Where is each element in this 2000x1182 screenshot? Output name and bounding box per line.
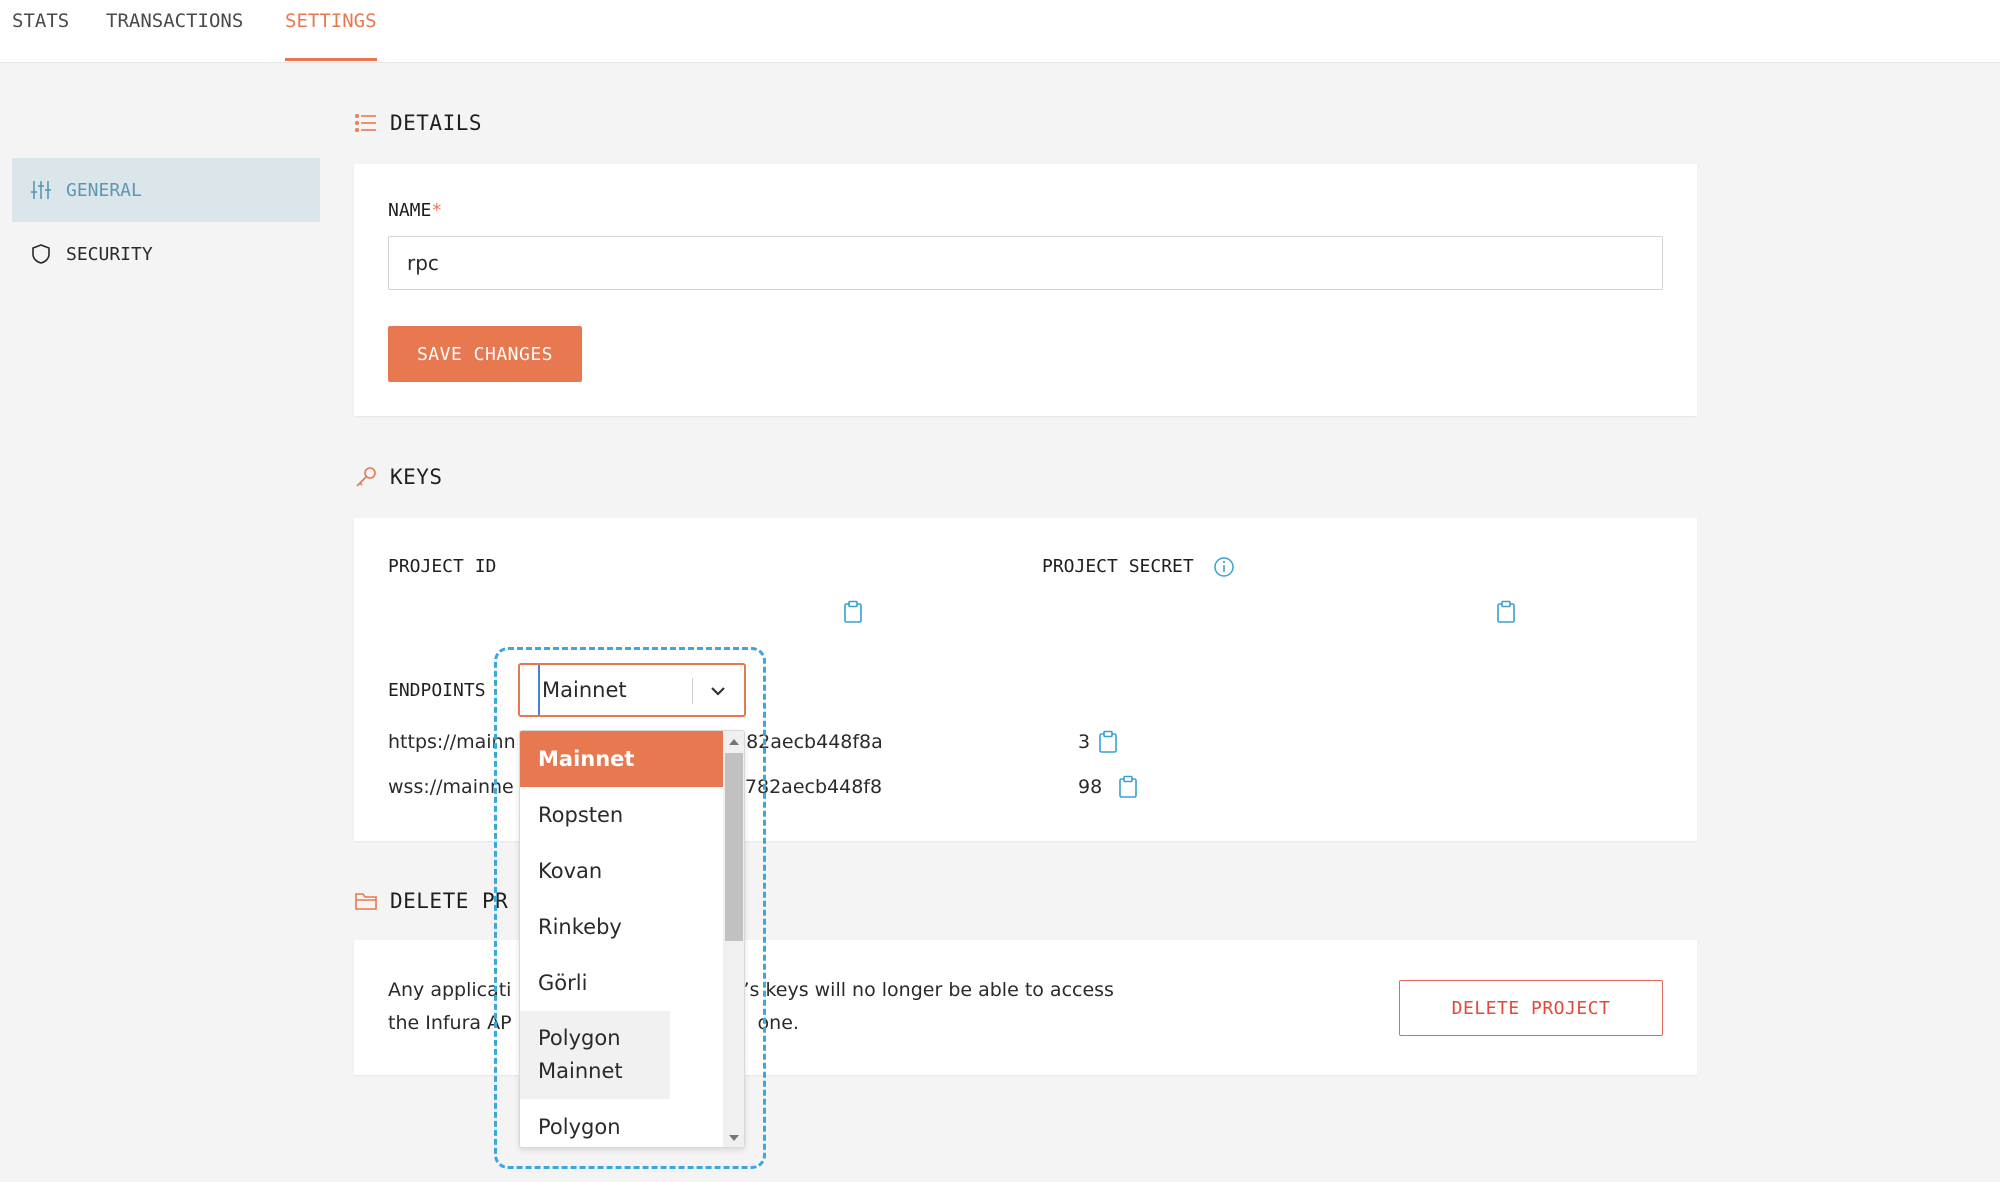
delete-warning-text: Any applicati ’s keys will no longer be a… xyxy=(388,974,1208,1040)
endpoint-wss-end: 98 xyxy=(1078,776,1103,798)
delete-section-title: DELETE PR xyxy=(354,888,508,914)
required-mark: * xyxy=(431,200,443,221)
delete-warning-line-2: the Infura AP one. xyxy=(388,1007,1208,1040)
chevron-down-icon[interactable] xyxy=(706,679,730,703)
endpoint-wss-mid: la782aecb448f8 xyxy=(728,776,883,798)
select-separator xyxy=(692,678,693,704)
endpoints-label: ENDPOINTS xyxy=(388,680,486,701)
network-select-value: Mainnet xyxy=(538,665,627,715)
delete-warning-line-1: Any applicati ’s keys will no longer be a… xyxy=(388,974,1208,1007)
network-dropdown[interactable]: Mainnet Ropsten Kovan Rinkeby Görli Poly… xyxy=(519,730,745,1148)
endpoint-https-prefix: https://mainn xyxy=(388,731,516,753)
dropdown-scrollbar[interactable] xyxy=(723,731,744,1147)
section-title-text: KEYS xyxy=(390,465,443,489)
delete-project-button[interactable]: DELETE PROJECT xyxy=(1399,980,1663,1036)
sidebar-item-label: SECURITY xyxy=(66,243,153,265)
keys-section-title: KEYS xyxy=(354,464,443,490)
option-polygon-mainnet[interactable]: Polygon Mainnet xyxy=(520,1011,670,1099)
key-icon xyxy=(354,464,380,490)
project-secret-label: PROJECT SECRET xyxy=(1042,556,1235,578)
top-tab-bar: STATS TRANSACTIONS SETTINGS xyxy=(0,0,2000,63)
option-polygon[interactable]: Polygon xyxy=(520,1099,723,1147)
option-gorli[interactable]: Görli xyxy=(520,955,723,1011)
shield-icon xyxy=(30,241,56,267)
project-id-label: PROJECT ID xyxy=(388,556,497,577)
delete-warning-fragment: the Infura AP xyxy=(388,1012,512,1034)
endpoint-https-end: 3 xyxy=(1078,731,1091,753)
endpoint-wss-prefix: wss://mainne xyxy=(388,776,514,798)
copy-https-endpoint-icon[interactable] xyxy=(1098,730,1118,754)
section-title-text: DELETE PR xyxy=(390,889,509,913)
copy-project-secret-icon[interactable] xyxy=(1496,600,1516,624)
copy-wss-endpoint-icon[interactable] xyxy=(1118,775,1138,799)
delete-warning-fragment: one. xyxy=(757,1012,799,1034)
copy-project-id-icon[interactable] xyxy=(843,600,863,624)
name-label-text: NAME xyxy=(388,200,432,221)
option-ropsten[interactable]: Ropsten xyxy=(520,787,723,843)
option-mainnet[interactable]: Mainnet xyxy=(520,731,723,787)
info-icon[interactable] xyxy=(1213,556,1235,578)
delete-warning-fragment: Any applicati xyxy=(388,979,512,1001)
endpoint-https-mid: 782aecb448f8a xyxy=(734,731,883,753)
scroll-up-arrow-icon[interactable] xyxy=(729,739,739,745)
tab-transactions[interactable]: TRANSACTIONS xyxy=(106,0,243,60)
sliders-icon xyxy=(30,177,56,203)
details-card: NAME* SAVE CHANGES xyxy=(354,164,1697,416)
list-icon xyxy=(354,110,380,136)
sidebar-item-label: GENERAL xyxy=(66,179,142,201)
sidebar-item-security[interactable]: SECURITY xyxy=(12,222,320,286)
network-options-list: Mainnet Ropsten Kovan Rinkeby Görli Poly… xyxy=(520,731,723,1147)
scroll-thumb[interactable] xyxy=(725,753,743,941)
project-secret-label-text: PROJECT SECRET xyxy=(1042,556,1194,577)
details-section-title: DETAILS xyxy=(354,110,482,136)
option-rinkeby[interactable]: Rinkeby xyxy=(520,899,723,955)
tab-stats[interactable]: STATS xyxy=(12,0,69,60)
network-select[interactable]: Mainnet xyxy=(518,663,746,717)
option-kovan[interactable]: Kovan xyxy=(520,843,723,899)
project-name-input[interactable] xyxy=(388,236,1663,290)
folder-icon xyxy=(354,888,380,914)
sidebar-item-general[interactable]: GENERAL xyxy=(12,158,320,222)
name-label: NAME* xyxy=(388,200,442,221)
delete-warning-fragment: ’s keys will no longer be able to access xyxy=(743,979,1114,1001)
save-changes-button[interactable]: SAVE CHANGES xyxy=(388,326,582,382)
tab-settings[interactable]: SETTINGS xyxy=(285,0,377,61)
scroll-down-arrow-icon[interactable] xyxy=(729,1135,739,1141)
section-title-text: DETAILS xyxy=(390,111,483,135)
